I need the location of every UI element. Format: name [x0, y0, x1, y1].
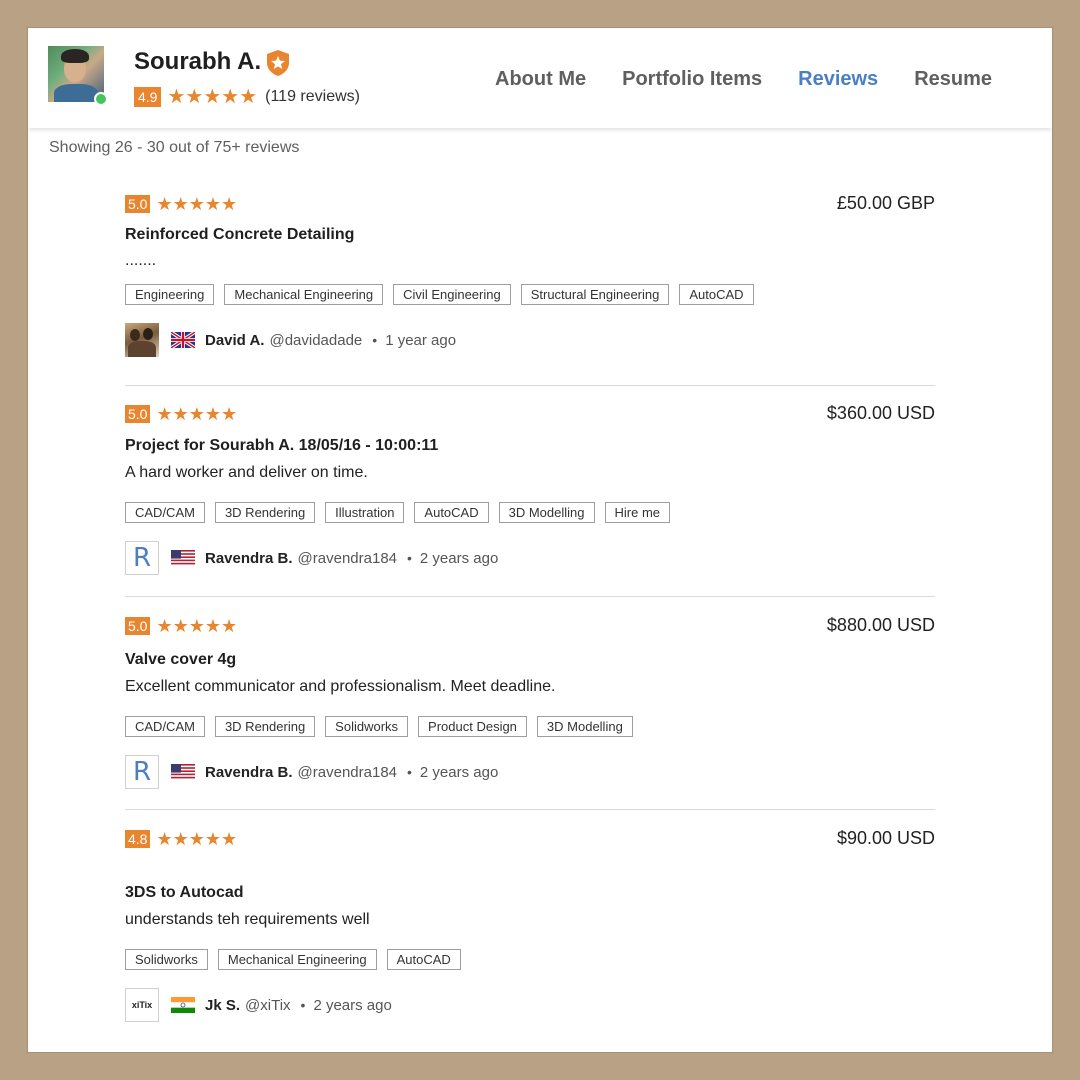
- review-price: $360.00 USD: [826, 403, 935, 423]
- review-date: 1 year ago: [385, 331, 457, 349]
- reviewer-avatar[interactable]: R: [125, 541, 159, 575]
- review-date: 2 years ago: [313, 996, 392, 1014]
- skill-tag[interactable]: 3D Modelling: [498, 502, 595, 523]
- skill-tag[interactable]: AutoCAD: [679, 284, 754, 305]
- divider: [125, 596, 935, 597]
- skill-tag[interactable]: CAD/CAM: [125, 502, 205, 523]
- india-flag-icon: [171, 997, 195, 1013]
- star-rating-icon: ★★★★★: [167, 86, 258, 108]
- reviewer-avatar[interactable]: R: [125, 755, 159, 789]
- review-title[interactable]: Valve cover 4g: [125, 651, 935, 669]
- skill-tag[interactable]: AutoCAD: [414, 502, 489, 523]
- skill-tag[interactable]: Hire me: [604, 502, 671, 523]
- review-title[interactable]: Project for Sourabh A. 18/05/16 - 10:00:…: [125, 437, 935, 455]
- review-score: 5.0: [125, 195, 151, 213]
- reviewer-handle[interactable]: @davidadade: [269, 332, 362, 349]
- divider: [125, 385, 935, 386]
- skill-tag[interactable]: Product Design: [418, 716, 527, 737]
- skill-tag[interactable]: Structural Engineering: [520, 284, 670, 305]
- profile-rating: 4.9 ★★★★★ (119 reviews): [134, 86, 360, 108]
- review-item: 5.0 ★★★★★ £50.00 GBP Reinforced Concrete…: [125, 193, 935, 357]
- review-price: $90.00 USD: [836, 828, 935, 848]
- review-price: £50.00 GBP: [836, 193, 935, 213]
- reviewer-handle[interactable]: @ravendra184: [298, 764, 397, 781]
- skill-tag[interactable]: Solidworks: [125, 949, 208, 970]
- reviewer-avatar[interactable]: [125, 323, 159, 357]
- profile-card: Sourabh A. 4.9 ★★★★★ (119 reviews) About…: [28, 28, 1052, 1052]
- review-text: A hard worker and deliver on time.: [125, 464, 368, 481]
- divider: [125, 809, 935, 810]
- separator-dot: •: [407, 550, 412, 566]
- review-score: 5.0: [125, 405, 151, 423]
- online-status-icon: [94, 92, 108, 106]
- star-rating-icon: ★★★★★: [156, 404, 238, 424]
- skill-tag[interactable]: Solidworks: [325, 716, 409, 737]
- skill-tags: CAD/CAM 3D Rendering Solidworks Product …: [125, 716, 935, 737]
- xitix-logo: xiTix: [131, 1000, 153, 1010]
- reviews-count: (119 reviews): [265, 88, 360, 105]
- skill-tags: Engineering Mechanical Engineering Civil…: [125, 284, 935, 305]
- review-title[interactable]: 3DS to Autocad: [125, 884, 935, 902]
- review-item: 4.8 ★★★★★ $90.00 USD 3DS to Autocad unde…: [125, 828, 935, 1022]
- reviewer-handle[interactable]: @ravendra184: [298, 550, 397, 567]
- reviewer-avatar[interactable]: xiTix: [125, 988, 159, 1022]
- results-summary: Showing 26 - 30 out of 75+ reviews: [49, 139, 300, 156]
- skill-tag[interactable]: CAD/CAM: [125, 716, 205, 737]
- separator-dot: •: [372, 332, 378, 348]
- tab-reviews[interactable]: Reviews: [798, 68, 878, 91]
- star-rating-icon: ★★★★★: [156, 829, 238, 849]
- reviewer-name[interactable]: Ravendra B.: [205, 764, 293, 781]
- review-item: 5.0 ★★★★★ $360.00 USD Project for Sourab…: [125, 403, 935, 575]
- skill-tag[interactable]: 3D Rendering: [214, 716, 316, 737]
- tab-portfolio-items[interactable]: Portfolio Items: [622, 68, 762, 91]
- review-date: 2 years ago: [419, 549, 499, 567]
- preferred-freelancer-badge-icon: [267, 50, 289, 76]
- skill-tag[interactable]: Engineering: [125, 284, 215, 305]
- reviewer-info: David A. @davidadade • 1 year ago: [125, 323, 935, 357]
- skill-tag[interactable]: Illustration: [325, 502, 405, 523]
- us-flag-icon: [171, 764, 195, 780]
- review-title[interactable]: Reinforced Concrete Detailing: [125, 226, 935, 244]
- tab-resume[interactable]: Resume: [914, 68, 992, 91]
- separator-dot: •: [300, 997, 306, 1013]
- review-text: understands teh requirements well: [125, 911, 370, 928]
- reviewer-handle[interactable]: @xiTix: [245, 997, 291, 1014]
- review-score: 4.8: [125, 830, 151, 848]
- review-date: 2 years ago: [419, 763, 499, 781]
- tab-about-me[interactable]: About Me: [495, 68, 586, 91]
- reviewer-name[interactable]: Ravendra B.: [205, 550, 293, 567]
- skill-tag[interactable]: AutoCAD: [386, 949, 461, 970]
- rating-score: 4.9: [134, 87, 162, 107]
- skill-tag[interactable]: 3D Rendering: [214, 502, 316, 523]
- separator-dot: •: [407, 764, 412, 780]
- skill-tag[interactable]: Civil Engineering: [393, 284, 511, 305]
- us-flag-icon: [171, 550, 195, 566]
- skill-tag[interactable]: Mechanical Engineering: [224, 284, 384, 305]
- star-rating-icon: ★★★★★: [156, 194, 238, 214]
- profile-name: Sourabh A.: [134, 48, 262, 75]
- reviewer-name[interactable]: David A.: [205, 332, 264, 349]
- skill-tag[interactable]: Mechanical Engineering: [217, 949, 377, 970]
- review-text: Excellent communicator and professionali…: [125, 678, 556, 695]
- profile-header: Sourabh A. 4.9 ★★★★★ (119 reviews) About…: [28, 28, 1052, 128]
- star-rating-icon: ★★★★★: [156, 616, 238, 636]
- reviewer-info: xiTix Jk S. @xiTix • 2 years ago: [125, 988, 935, 1022]
- profile-nav: About Me Portfolio Items Reviews Resume: [495, 68, 992, 91]
- review-score: 5.0: [125, 617, 151, 635]
- reviewer-name[interactable]: Jk S.: [205, 997, 240, 1014]
- reviewer-info: R Ravendra B. @ravendra184 • 2 years ago: [125, 541, 935, 575]
- review-item: 5.0 ★★★★★ $880.00 USD Valve cover 4g Exc…: [125, 615, 935, 789]
- reviewer-info: R Ravendra B. @ravendra184 • 2 years ago: [125, 755, 935, 789]
- uk-flag-icon: [171, 332, 195, 348]
- skill-tags: CAD/CAM 3D Rendering Illustration AutoCA…: [125, 502, 935, 523]
- skill-tag[interactable]: 3D Modelling: [536, 716, 633, 737]
- review-price: $880.00 USD: [826, 615, 935, 635]
- review-text: .......: [125, 252, 157, 269]
- skill-tags: Solidworks Mechanical Engineering AutoCA…: [125, 949, 935, 970]
